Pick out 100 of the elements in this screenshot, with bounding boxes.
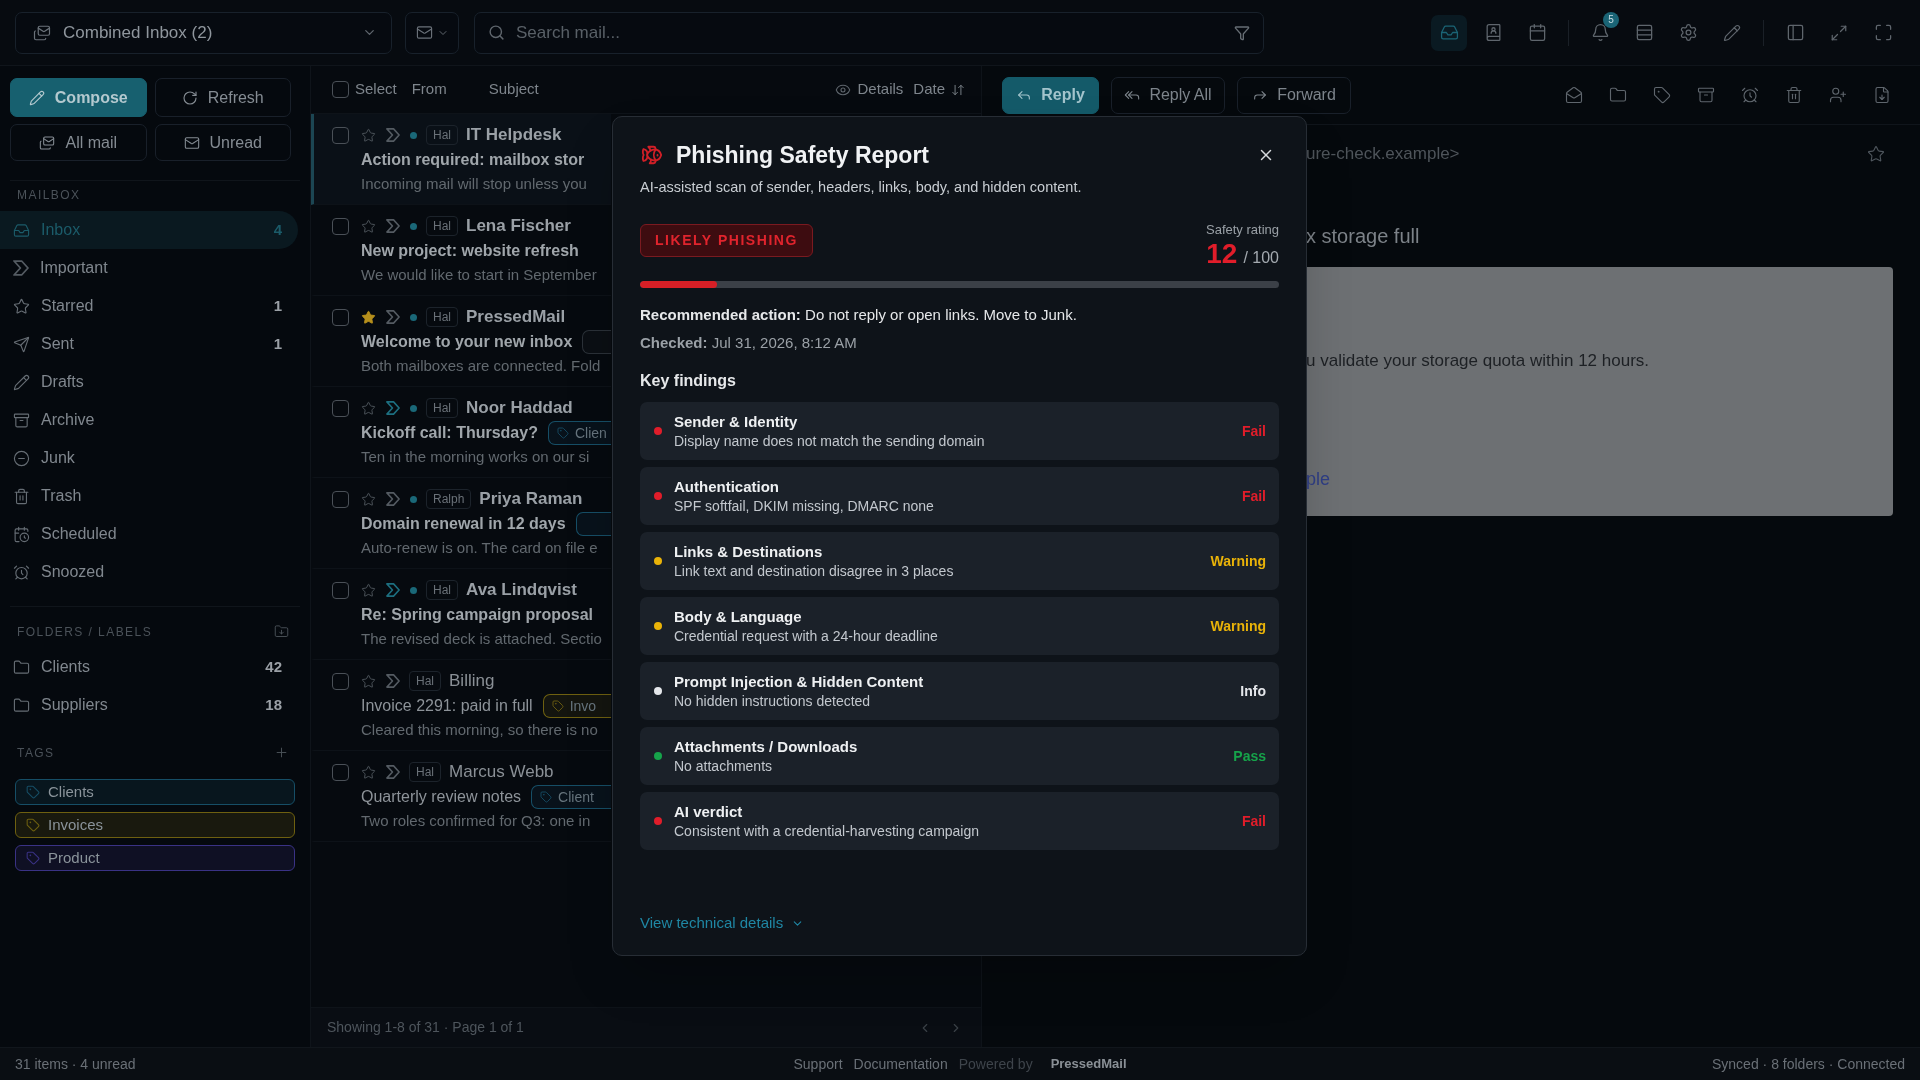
details-toggle[interactable]: Details [835, 78, 904, 101]
forward-button[interactable]: Forward [1237, 76, 1351, 114]
mailbox-switcher[interactable]: Combined Inbox (2) [15, 11, 392, 54]
star-icon[interactable] [361, 491, 376, 507]
footer-link[interactable]: Documentation [853, 1053, 948, 1075]
tag-icon [556, 427, 569, 439]
finding-status: Fail [1241, 486, 1266, 506]
label-arrow-icon[interactable] [386, 765, 400, 779]
sender-name: Lena Fischer [466, 215, 571, 238]
all-mail-filter[interactable]: All mail [10, 124, 147, 161]
search-field[interactable]: Search mail... [474, 11, 1264, 54]
mailbox-item[interactable]: Snoozed [0, 553, 298, 591]
mailbox-item[interactable]: Archive [0, 401, 298, 439]
star-icon[interactable] [361, 309, 376, 325]
mailbox-item[interactable]: Trash [0, 477, 298, 515]
tag-chip: Invo [542, 694, 611, 718]
checkbox[interactable] [332, 309, 349, 326]
mailbox-item[interactable]: Scheduled [0, 515, 298, 553]
finding-title: Prompt Injection & Hidden Content [674, 671, 924, 692]
finding-title: Authentication [674, 476, 779, 497]
select-all-checkbox[interactable] [332, 81, 349, 98]
star-icon[interactable] [361, 764, 376, 780]
finding-detail: SPF softfail, DKIM missing, DMARC none [674, 496, 934, 516]
filter-icon[interactable] [1234, 24, 1250, 41]
mailbox-item[interactable]: Sent 1 [0, 325, 298, 363]
refresh-button[interactable]: Refresh [154, 78, 291, 117]
tag-pill[interactable]: Clients [15, 779, 295, 805]
sync-status: Synced · 8 folders · Connected [1712, 1054, 1905, 1074]
inbox-icon [13, 221, 30, 239]
technical-details-link[interactable]: View technical details [640, 913, 805, 933]
checkbox[interactable] [332, 400, 349, 417]
checkbox[interactable] [332, 673, 349, 690]
archive-box-icon [13, 411, 30, 429]
folder-arrow-icon[interactable] [274, 624, 289, 639]
verdict-badge: LIKELY PHISHING [640, 224, 813, 257]
reply-all-button[interactable]: Reply All [1111, 76, 1225, 114]
mailbox-item[interactable]: Starred 1 [0, 287, 298, 325]
plus-icon[interactable] [274, 745, 289, 760]
sort-arrows-icon [951, 82, 965, 97]
star-icon[interactable] [361, 673, 376, 689]
mailbox-item[interactable]: Important [0, 249, 298, 287]
refresh-icon [181, 89, 198, 106]
reply-button[interactable]: Reply [1002, 76, 1099, 114]
message-row[interactable]: Hal Marcus Webb Quarterly review notes Client Two roles confirmed for Q3: one in [311, 751, 611, 842]
checkbox[interactable] [332, 218, 349, 235]
fish-icon [641, 144, 663, 166]
star-icon[interactable] [361, 400, 376, 416]
notification-badge: 5 [1603, 11, 1619, 28]
envelope-dropdown[interactable] [405, 11, 459, 54]
checkbox[interactable] [332, 127, 349, 144]
tag-pill[interactable]: Product [15, 845, 295, 871]
message-subject: New project: website refresh [361, 241, 579, 261]
label-arrow-icon[interactable] [386, 128, 400, 142]
message-row[interactable]: Hal Ava Lindqvist Re: Spring campaign proposal The revised deck is attached. Sectio [311, 569, 611, 660]
message-row[interactable]: Hal PressedMail Welcome to your new inbox Both mailboxes are connected. Fold [311, 296, 611, 387]
pencil-icon [13, 373, 30, 391]
star-icon[interactable] [1867, 145, 1885, 163]
mailbox-item[interactable]: Drafts [0, 363, 298, 401]
label-arrow-icon[interactable] [386, 492, 400, 506]
unread-filter[interactable]: Unread [154, 124, 291, 161]
label-arrow-icon[interactable] [386, 583, 400, 597]
label-arrow-icon[interactable] [386, 310, 400, 324]
column-header[interactable]: From [411, 78, 447, 101]
tag-pill[interactable]: Invoices [15, 812, 295, 838]
column-header[interactable]: Subject [488, 78, 539, 101]
inbox-view-button[interactable] [1431, 14, 1467, 51]
folder-item[interactable]: Suppliers 18 [0, 686, 298, 724]
message-row[interactable]: Hal Billing Invoice 2291: paid in full Invo Cleared this morning, so there is no [311, 660, 611, 751]
message-subject: Invoice 2291: paid in full [361, 696, 533, 716]
message-preview: Auto-renew is on. The card on file e [361, 538, 598, 558]
sender-name: Marcus Webb [449, 761, 554, 784]
notifications-button[interactable]: 5 [1582, 14, 1618, 51]
tag-icon [540, 791, 553, 803]
label-arrow-icon[interactable] [386, 674, 400, 688]
compose-button[interactable]: Compose [10, 78, 147, 117]
message-row[interactable]: Hal Noor Haddad Kickoff call: Thursday? Clien Ten in the morning works on our si [311, 387, 611, 478]
label-arrow-icon[interactable] [386, 219, 400, 233]
archive-box-icon [1697, 86, 1715, 104]
folder-item[interactable]: Clients 42 [0, 648, 298, 686]
finding-detail: No hidden instructions detected [674, 691, 871, 711]
sort-button[interactable]: Date [913, 78, 965, 101]
section-label: FOLDERS / LABELS [17, 624, 153, 639]
footer-link[interactable]: Support [793, 1053, 843, 1075]
mailbox-item[interactable]: Junk [0, 439, 298, 477]
message-row[interactable]: Hal IT Helpdesk Action required: mailbox stor Incoming mail will stop unless you [311, 114, 611, 205]
section-label: MAILBOX [17, 188, 81, 202]
recommended-action: Recommended action: Do not reply or open links. Move to Junk. [640, 305, 1077, 325]
label-arrow-icon[interactable] [386, 401, 400, 415]
checkbox[interactable] [332, 491, 349, 508]
star-icon[interactable] [361, 582, 376, 598]
checkbox[interactable] [332, 582, 349, 599]
checkbox[interactable] [332, 764, 349, 781]
trash-icon [1785, 86, 1803, 104]
sender-name: Noor Haddad [466, 397, 573, 420]
message-row[interactable]: Hal Lena Fischer New project: website refresh We would like to start in September [311, 205, 611, 296]
finding-status: Fail [1241, 811, 1266, 831]
finding-title: Body & Language [674, 606, 802, 627]
star-icon[interactable] [361, 218, 376, 234]
message-row[interactable]: Ralph Priya Raman Domain renewal in 12 days Auto-renew is on. The card on file e [311, 478, 611, 569]
star-icon[interactable] [361, 127, 376, 143]
